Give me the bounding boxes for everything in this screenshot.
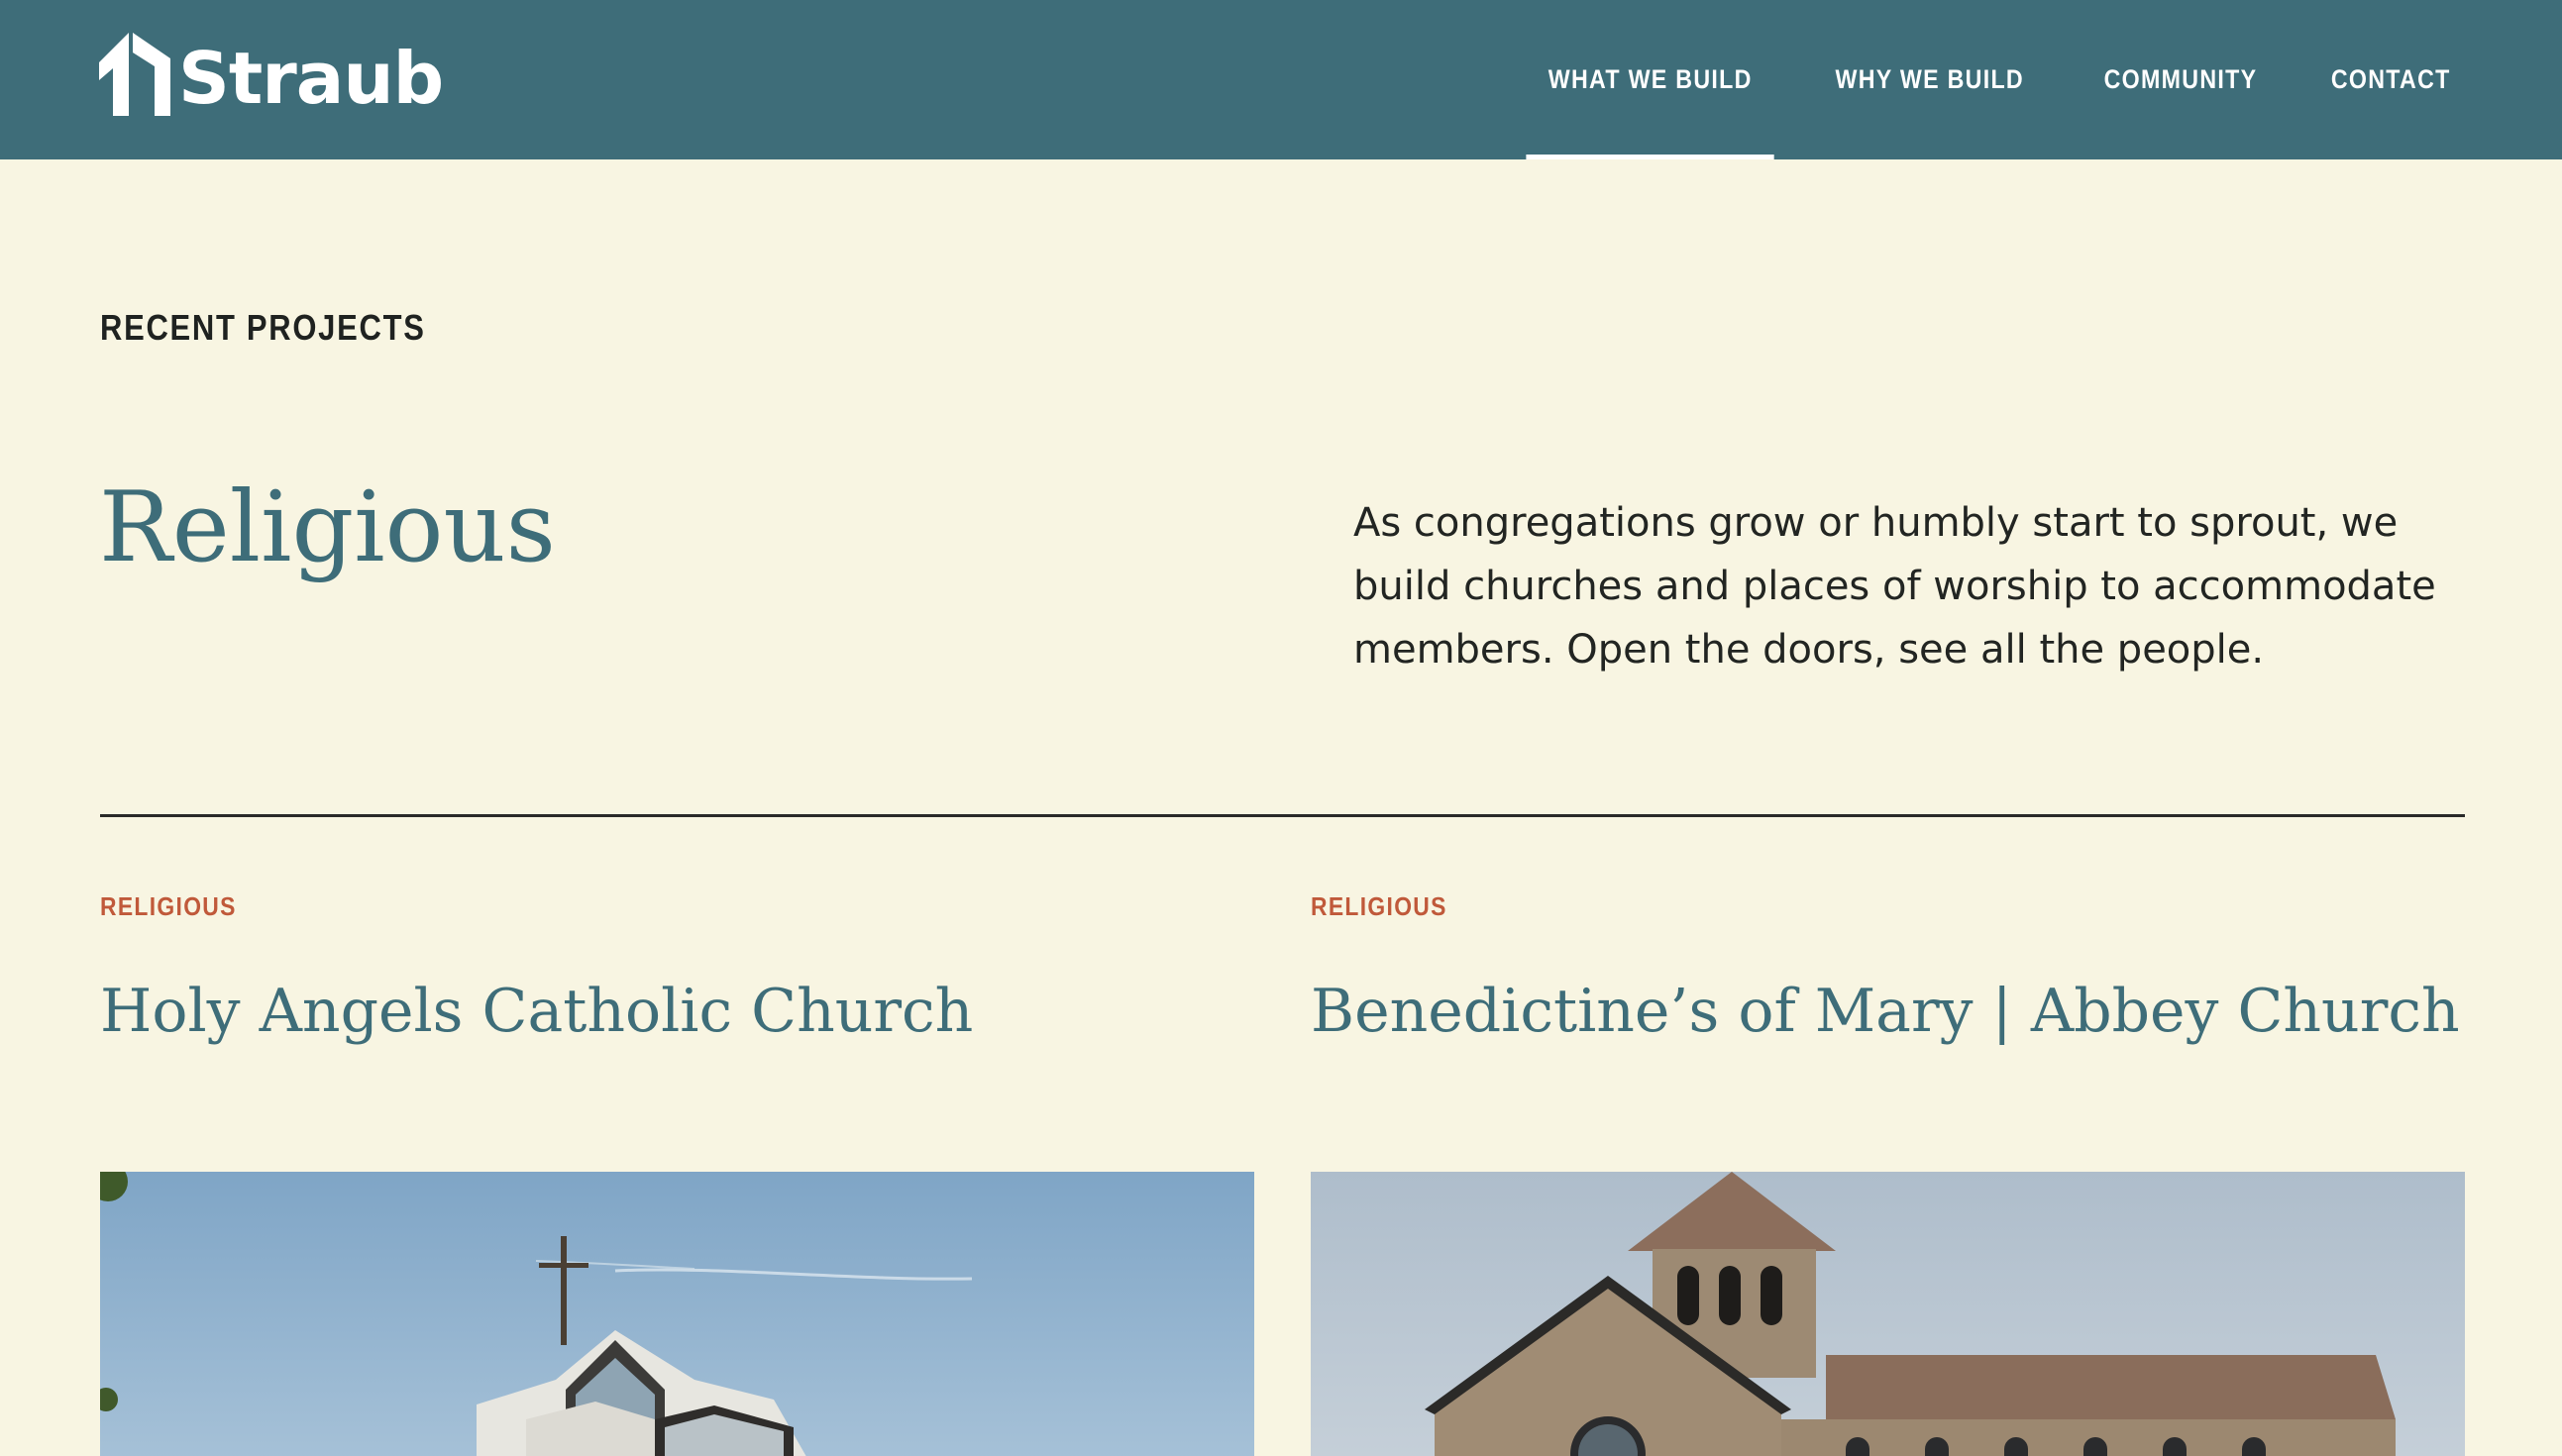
site-header: Straub WHAT WE BUILD WHY WE BUILD COMMUN… (0, 0, 2562, 159)
section-divider (100, 814, 2465, 817)
project-card: RELIGIOUS Holy Angels Catholic Church (100, 882, 1254, 1456)
house-logo-icon (99, 33, 170, 116)
nav-what-we-build[interactable]: WHAT WE BUILD (1525, 0, 1775, 159)
project-image[interactable] (1311, 1172, 2465, 1456)
church-photo-icon (100, 1172, 1254, 1456)
project-category[interactable]: RELIGIOUS (1311, 893, 2326, 919)
project-category[interactable]: RELIGIOUS (100, 893, 1116, 919)
section-eyebrow: RECENT PROJECTS (100, 307, 426, 348)
nav-contact[interactable]: CONTACT (2308, 0, 2473, 159)
intro-description: As congregations grow or humbly start to… (1353, 500, 2436, 673)
project-card: RELIGIOUS Benedictine’s of Mary | Abbey … (1311, 882, 2465, 1456)
abbey-photo-icon (1311, 1172, 2465, 1456)
project-title[interactable]: Holy Angels Catholic Church (100, 979, 1254, 1044)
page-title: Religious (99, 471, 556, 584)
nav-community[interactable]: COMMUNITY (2082, 0, 2280, 159)
straub-logo[interactable]: Straub (99, 30, 444, 120)
project-title[interactable]: Benedictine’s of Mary | Abbey Church (1311, 979, 2465, 1044)
project-image[interactable] (100, 1172, 1254, 1456)
main-nav: WHAT WE BUILD WHY WE BUILD COMMUNITY CON… (1506, 0, 2486, 159)
nav-why-we-build[interactable]: WHY WE BUILD (1813, 0, 2046, 159)
logo-text: Straub (178, 37, 444, 120)
